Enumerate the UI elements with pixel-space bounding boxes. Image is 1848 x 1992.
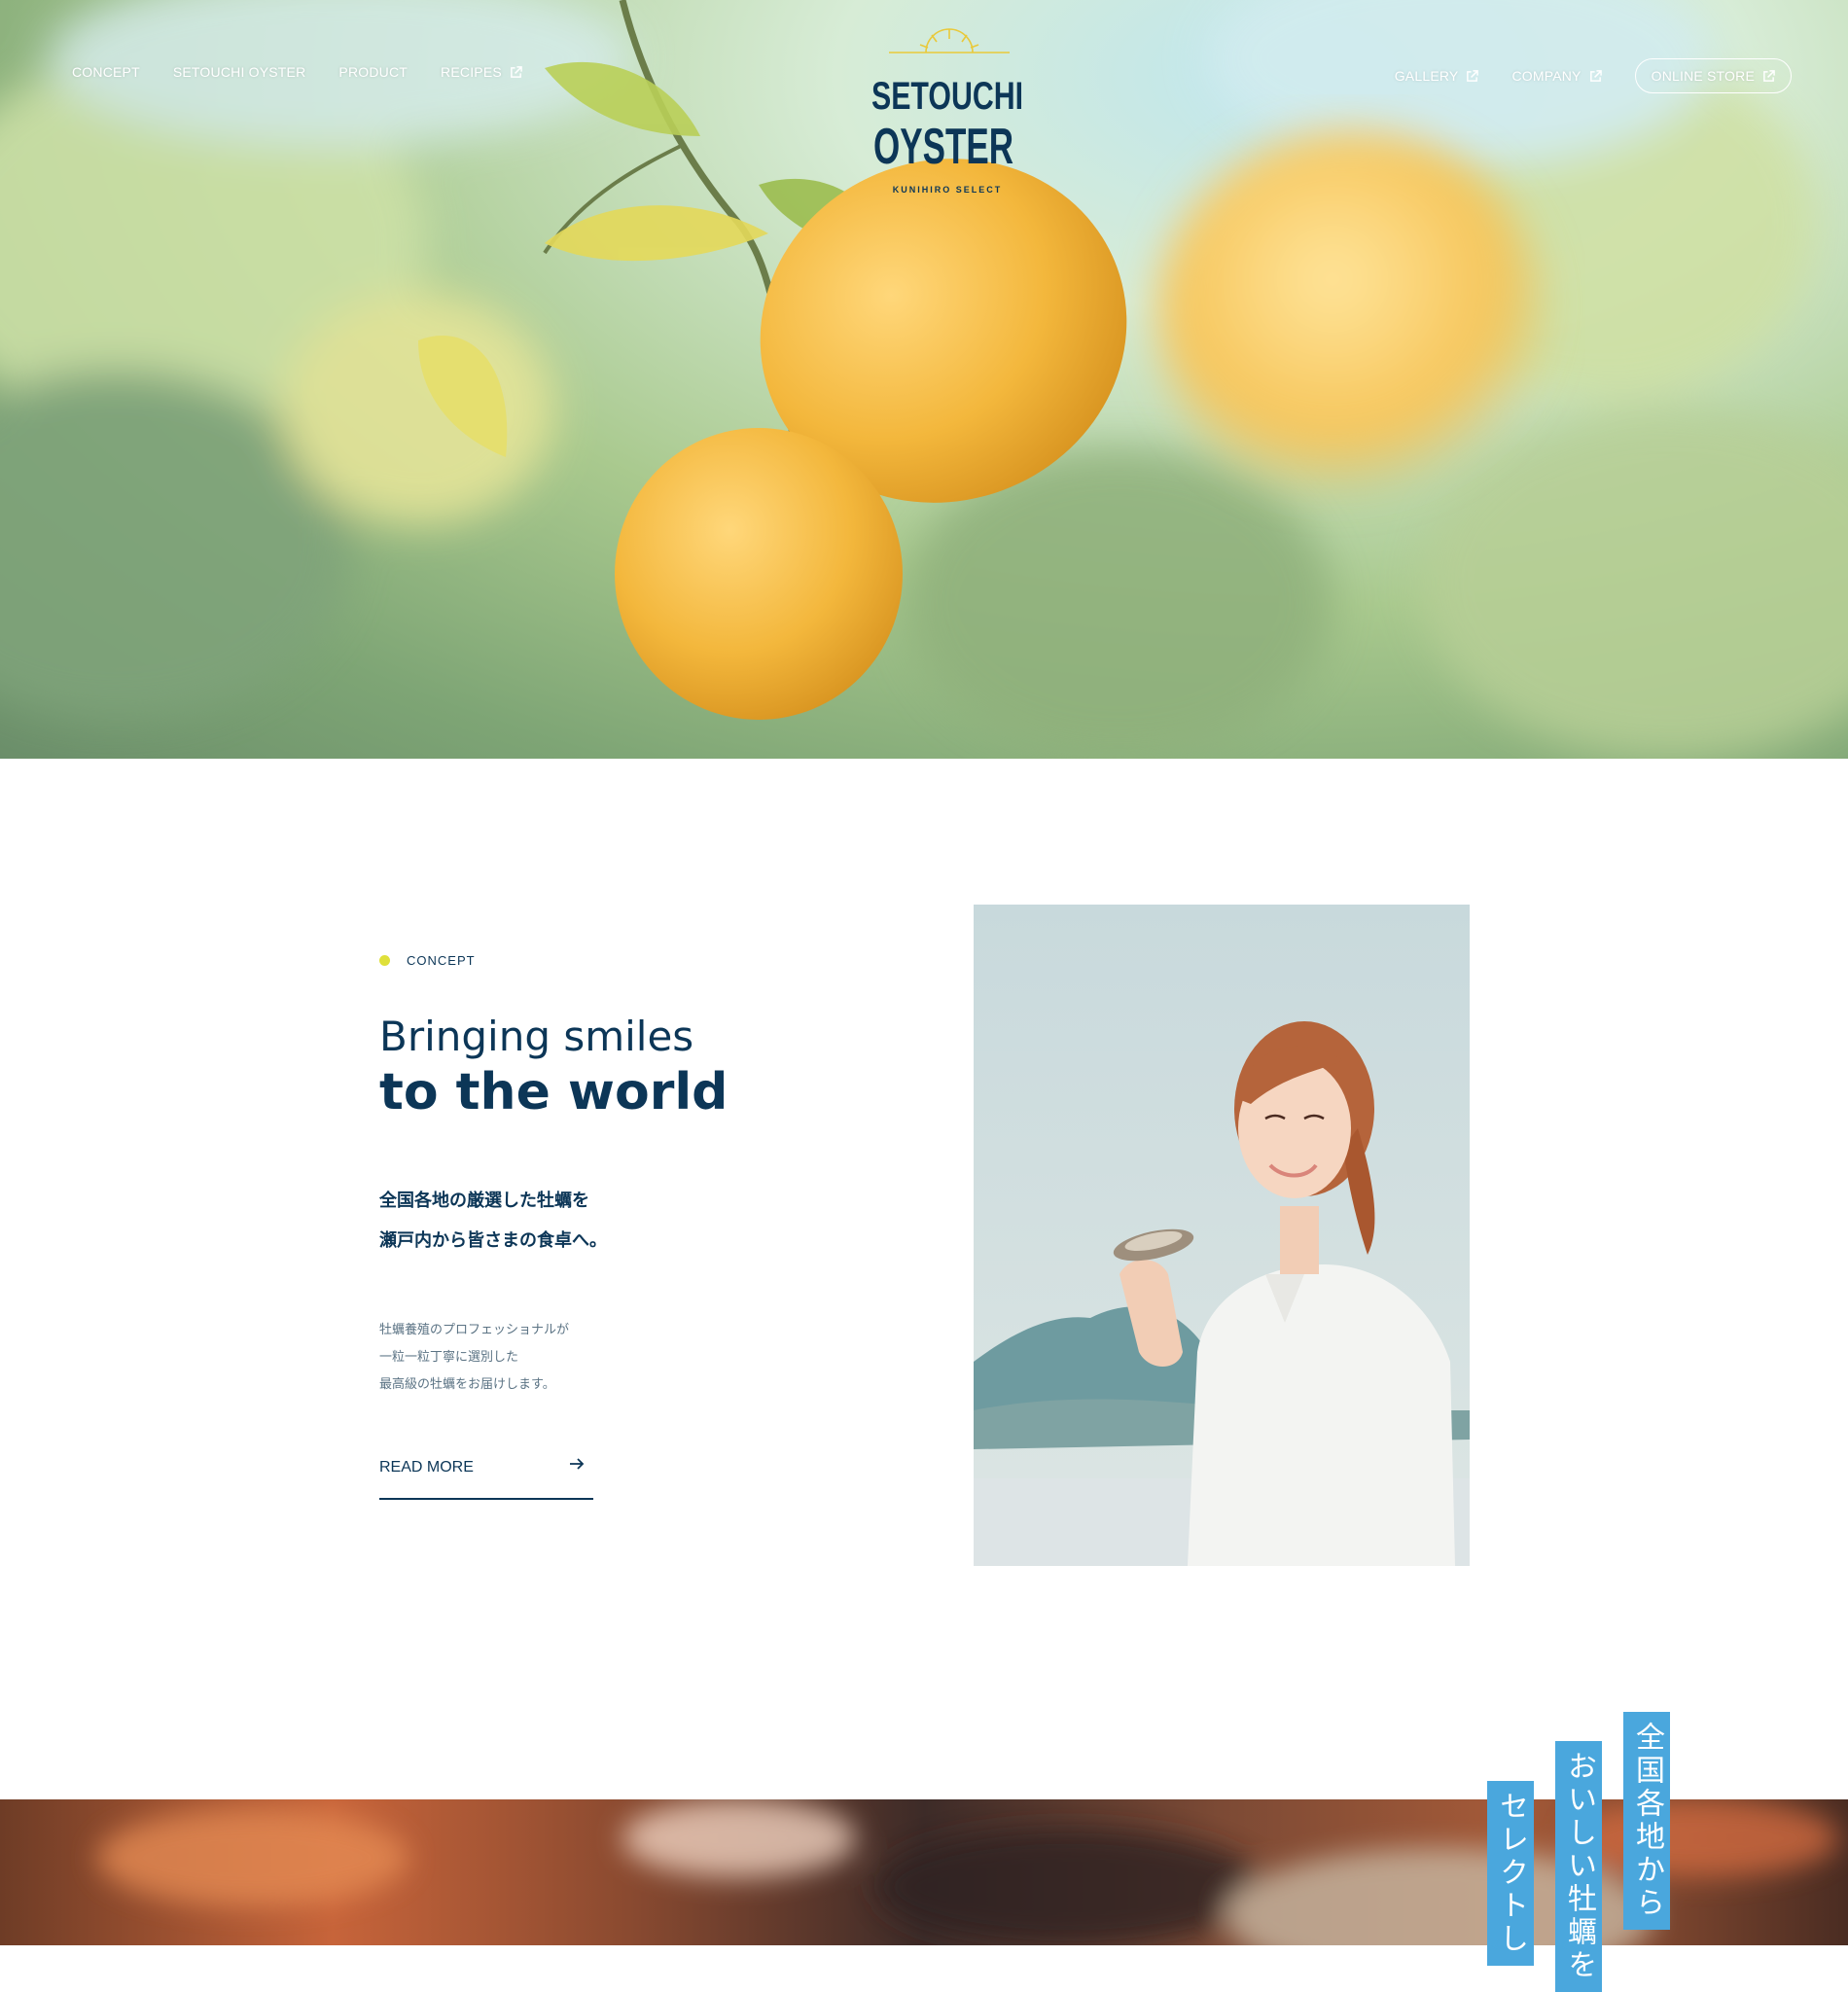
concept-body-line: 最高級の牡蠣をお届けします。 bbox=[379, 1377, 555, 1393]
concept-body-line: 牡蠣養殖のプロフェッショナルが bbox=[379, 1323, 570, 1338]
concept-body: 牡蠣養殖のプロフェッショナルが 一粒一粒丁寧に選別した 最高級の牡蠣をお届けしま… bbox=[379, 1317, 885, 1399]
vertical-caption-text: 全国各地から bbox=[1623, 1712, 1670, 1930]
online-store-button[interactable]: ONLINE STORE bbox=[1634, 58, 1792, 93]
read-more-label: READ MORE bbox=[379, 1459, 474, 1476]
concept-eyebrow-label: CONCEPT bbox=[407, 953, 476, 968]
nav-gallery-link[interactable]: GALLERY bbox=[1395, 68, 1479, 84]
concept-title-bold: to the world bbox=[379, 1063, 729, 1122]
concept-eyebrow: CONCEPT bbox=[379, 953, 885, 968]
concept-lead-line: 瀬戸内から皆さまの食卓へ。 bbox=[379, 1230, 607, 1252]
secondary-nav: GALLERY COMPANY ONLINE STORE bbox=[1395, 58, 1792, 93]
arrow-right-icon bbox=[570, 1458, 585, 1471]
woman-eating-oyster-photo bbox=[974, 905, 1470, 1566]
nav-recipes-label: RECIPES bbox=[441, 64, 502, 80]
external-link-icon bbox=[511, 65, 522, 78]
nav-product-label: PRODUCT bbox=[338, 64, 409, 80]
nav-setouchi-oyster-label: SETOUCHI OYSTER bbox=[172, 64, 306, 80]
nav-concept-link[interactable]: CONCEPT bbox=[72, 64, 140, 80]
logo-line2: OYSTER bbox=[873, 119, 1013, 175]
external-link-icon bbox=[1467, 69, 1479, 82]
logo-tagline: KUNIHIRO SELECT bbox=[893, 185, 1003, 195]
vertical-caption-text: おいしい牡蠣を bbox=[1555, 1741, 1602, 1992]
vertical-caption-text: セレクトし bbox=[1487, 1781, 1534, 1966]
online-store-label: ONLINE STORE bbox=[1651, 68, 1755, 84]
external-link-icon bbox=[1589, 69, 1602, 82]
primary-nav: CONCEPT SETOUCHI OYSTER PRODUCT RECIPES bbox=[72, 64, 555, 80]
setouchi-oyster-logo[interactable]: SETOUCHI OYSTER KUNIHIRO SELECT bbox=[864, 25, 1035, 200]
concept-lead: 全国各地の厳選した牡蠣を 瀬戸内から皆さまの食卓へ。 bbox=[379, 1181, 885, 1261]
external-link-icon bbox=[1763, 69, 1775, 82]
concept-lead-line: 全国各地の厳選した牡蠣を bbox=[379, 1191, 589, 1212]
read-more-link[interactable]: READ MORE bbox=[379, 1445, 593, 1501]
concept-body-line: 一粒一粒丁寧に選別した bbox=[379, 1350, 519, 1366]
vertical-caption: 全国各地から bbox=[1623, 1712, 1816, 1930]
nav-product-link[interactable]: PRODUCT bbox=[338, 64, 408, 80]
nav-concept-label: CONCEPT bbox=[72, 64, 140, 80]
concept-title-light: Bringing smiles bbox=[379, 1013, 694, 1060]
nav-recipes-link[interactable]: RECIPES bbox=[441, 64, 522, 80]
nav-setouchi-oyster-link[interactable]: SETOUCHI OYSTER bbox=[173, 64, 306, 80]
nav-gallery-label: GALLERY bbox=[1394, 68, 1459, 84]
nav-company-label: COMPANY bbox=[1511, 68, 1581, 84]
logo-line1: SETOUCHI bbox=[871, 75, 1023, 118]
hero-section: CONCEPT SETOUCHI OYSTER PRODUCT RECIPES … bbox=[0, 0, 1848, 759]
nav-company-link[interactable]: COMPANY bbox=[1511, 68, 1602, 84]
eyebrow-dot-icon bbox=[379, 955, 390, 966]
concept-section: CONCEPT Bringing smiles to the world 全国各… bbox=[379, 953, 885, 1501]
